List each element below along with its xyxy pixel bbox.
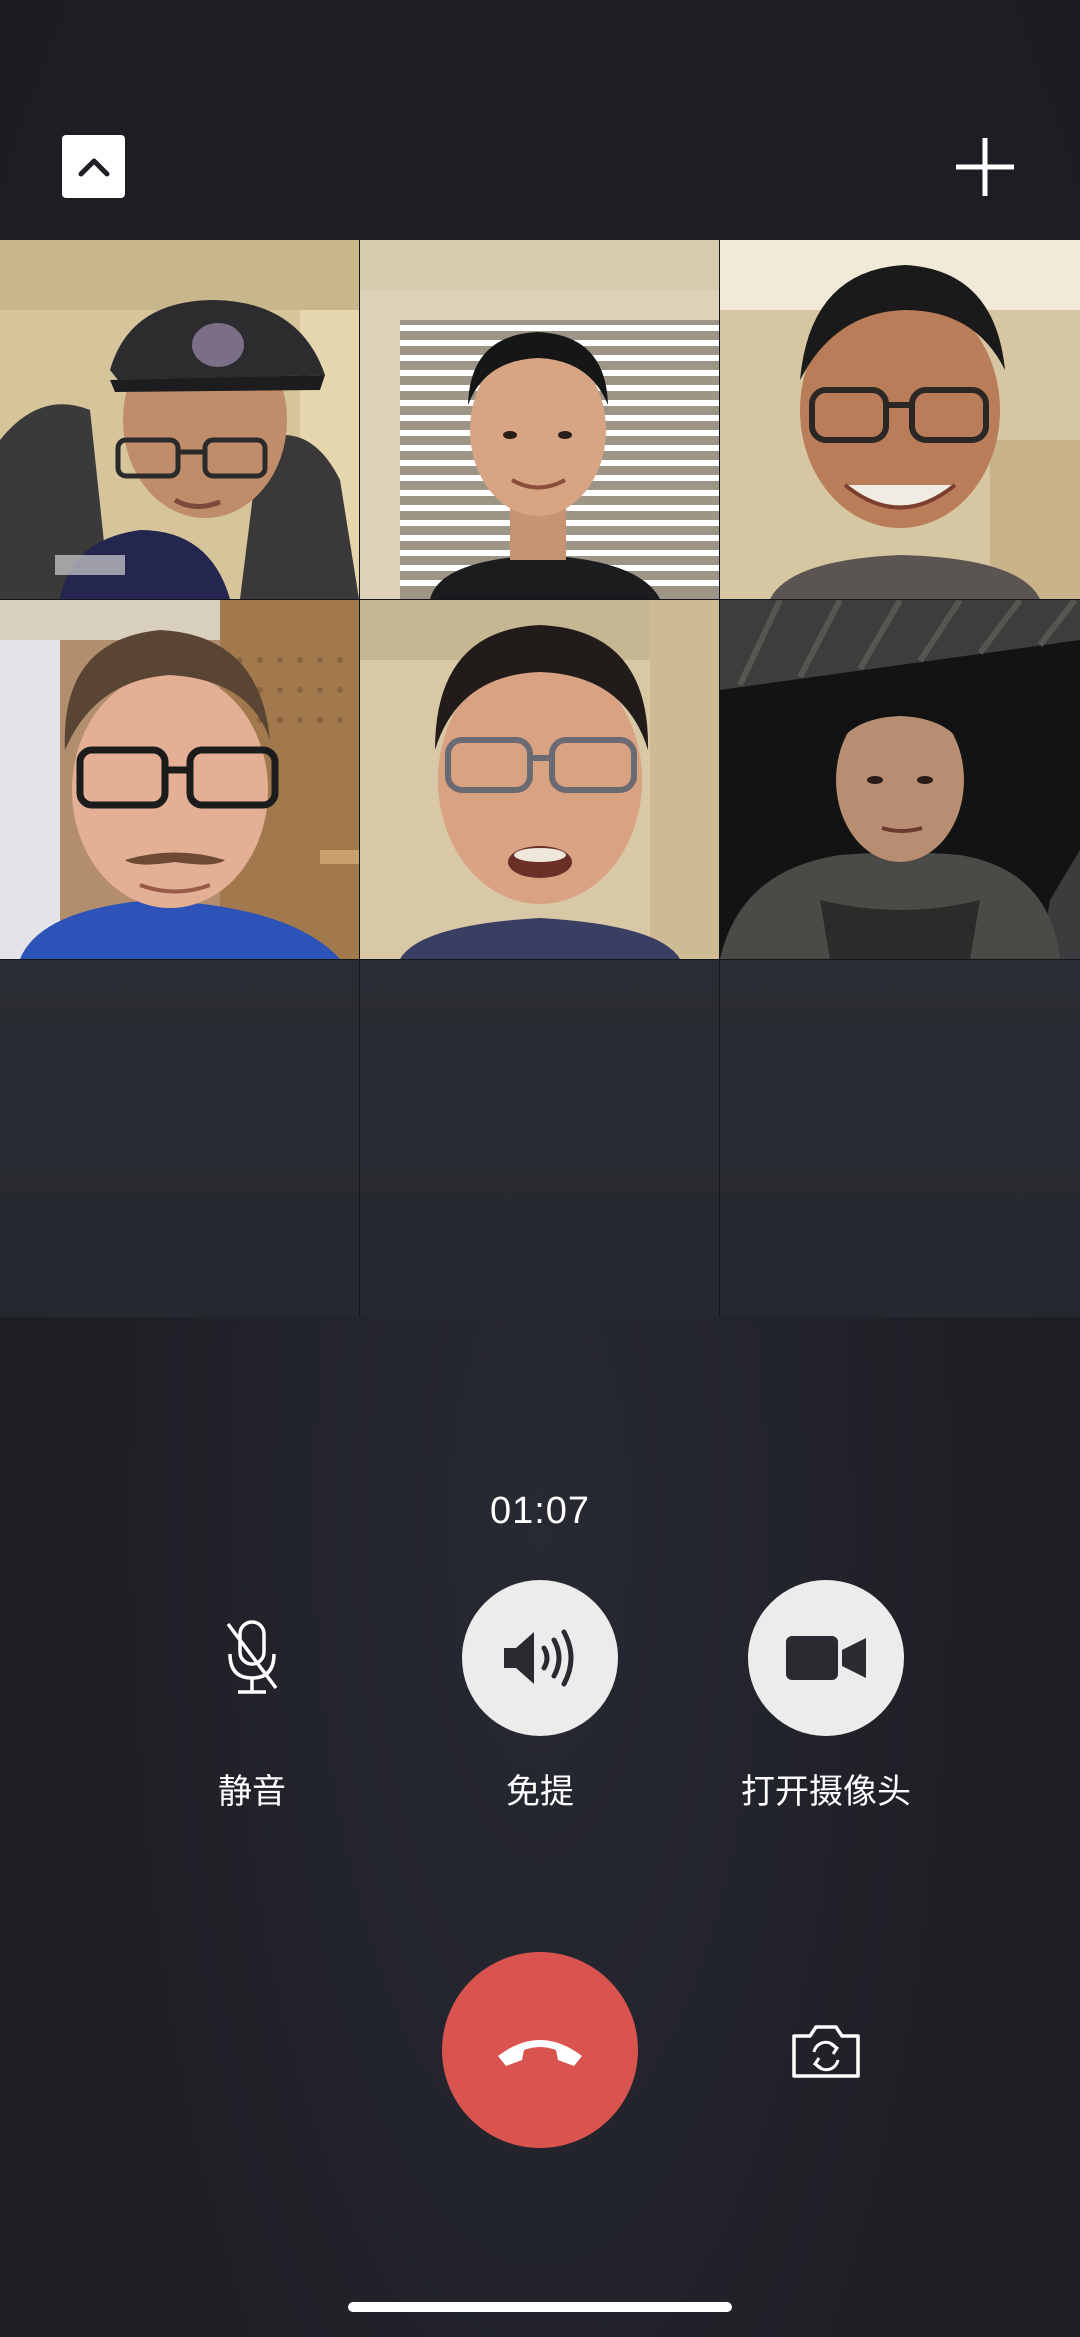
participant-video <box>0 600 359 959</box>
collapse-button[interactable] <box>62 135 125 198</box>
participant-video <box>720 600 1080 959</box>
participant-video <box>360 600 719 959</box>
participant-video-tile[interactable] <box>360 600 719 959</box>
flip-camera-icon <box>792 2025 860 2078</box>
hang-up-icon <box>498 2040 582 2066</box>
plus-icon <box>956 138 1014 196</box>
empty-video-slot <box>360 960 719 1317</box>
empty-video-slot <box>720 960 1080 1317</box>
flip-camera-button[interactable] <box>786 2020 866 2082</box>
participant-video <box>720 240 1080 599</box>
speaker-icon <box>504 1629 574 1687</box>
mute-icon-wrapper <box>174 1580 330 1736</box>
mute-label: 静音 <box>218 1772 286 1812</box>
camera-button[interactable]: 打开摄像头 <box>706 1580 946 1813</box>
microphone-icon <box>226 1620 278 1694</box>
add-participant-button[interactable] <box>950 132 1020 202</box>
participant-video-tile[interactable] <box>720 240 1080 599</box>
video-grid <box>0 240 1080 1317</box>
video-call-screen: 01:07 静音 免提 打开摄像头 <box>0 0 1080 2337</box>
participant-video <box>0 240 359 599</box>
speaker-button[interactable]: 免提 <box>420 1580 660 1813</box>
camera-icon-wrapper <box>748 1580 904 1736</box>
mute-button[interactable]: 静音 <box>132 1580 372 1813</box>
participant-video <box>360 240 719 599</box>
empty-video-slot <box>0 960 359 1317</box>
hang-up-button[interactable] <box>442 1952 638 2148</box>
speaker-label: 免提 <box>506 1772 574 1812</box>
participant-video-tile[interactable] <box>720 600 1080 959</box>
call-duration: 01:07 <box>489 1490 591 1532</box>
participant-video-tile[interactable] <box>0 600 359 959</box>
speaker-icon-wrapper <box>462 1580 618 1736</box>
chevron-up-icon <box>78 158 109 176</box>
video-camera-icon <box>786 1636 866 1680</box>
home-indicator[interactable] <box>348 2302 732 2312</box>
participant-video-tile[interactable] <box>0 240 359 599</box>
participant-video-tile[interactable] <box>360 240 719 599</box>
camera-label: 打开摄像头 <box>741 1772 911 1812</box>
